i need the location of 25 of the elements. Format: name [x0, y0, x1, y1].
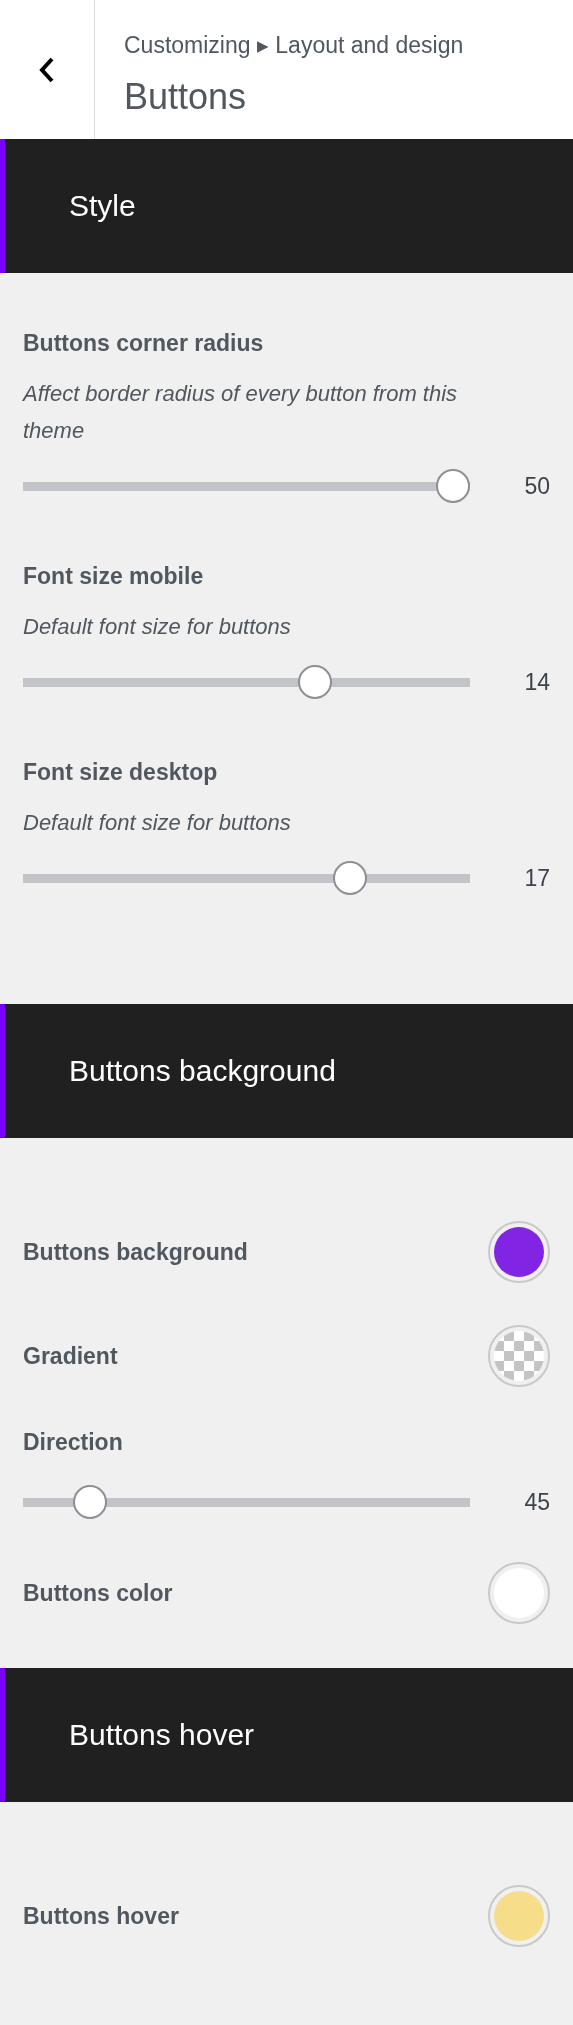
back-chevron-icon	[39, 55, 55, 84]
slider-value: 50	[523, 472, 550, 500]
setting-description: Affect border radius of every button from this theme	[23, 380, 459, 445]
setting-description: Default font size for buttons	[23, 613, 292, 641]
section-heading: Buttons background	[69, 1054, 336, 1088]
setting-label: Buttons corner radius	[23, 329, 265, 358]
slider-thumb[interactable]	[436, 469, 470, 503]
setting-label: Buttons hover	[23, 1902, 179, 1931]
panel-title: Buttons	[124, 75, 248, 119]
slider-value: 45	[523, 1488, 550, 1516]
slider-thumb[interactable]	[332, 861, 367, 895]
slider-value: 17	[523, 864, 550, 892]
setting-label: Buttons color	[23, 1579, 173, 1608]
slider-thumb[interactable]	[297, 665, 332, 699]
section-heading: Style	[69, 189, 136, 223]
setting-label: Font size mobile	[23, 562, 205, 591]
slider-value: 14	[523, 668, 550, 696]
setting-label: Font size desktop	[23, 758, 219, 787]
setting-label: Gradient	[23, 1342, 118, 1371]
setting-description: Default font size for buttons	[23, 809, 292, 837]
slider-thumb[interactable]	[72, 1485, 107, 1519]
setting-label: Direction	[23, 1428, 124, 1457]
section-heading: Buttons hover	[69, 1718, 255, 1752]
setting-label: Buttons background	[23, 1238, 248, 1267]
breadcrumb: Customizing ▸ Layout and design	[124, 31, 464, 60]
